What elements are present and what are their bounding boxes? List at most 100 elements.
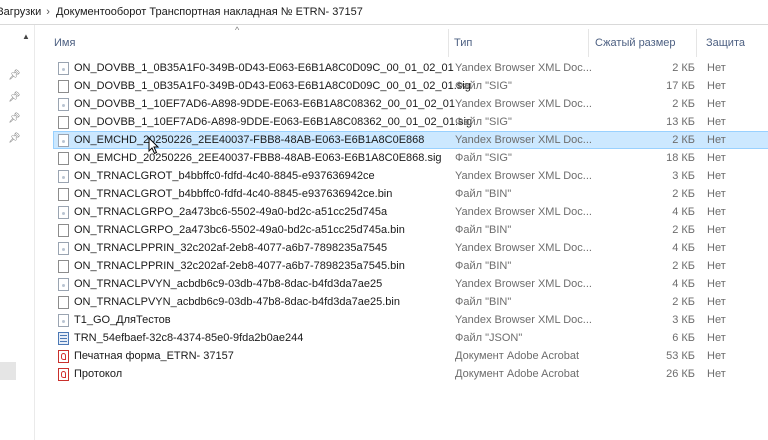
file-row[interactable]: TRN_54efbaef-32c8-4374-85e0-9fda2b0ae244… (53, 329, 768, 347)
file-size: 3 КБ (672, 314, 695, 326)
file-type: Файл "BIN" (455, 188, 512, 200)
file-row[interactable]: ON_TRNACLPPRIN_32c202af-2eb8-4077-a6b7-7… (53, 239, 768, 257)
file-type: Документ Adobe Acrobat (455, 368, 580, 380)
file-protected: Нет (707, 206, 726, 218)
file-size: 17 КБ (666, 80, 695, 92)
file-row[interactable]: ON_DOVBB_1_10EF7AD6-A898-9DDE-E063-E6B1A… (53, 113, 768, 131)
file-type: Файл "BIN" (455, 260, 512, 272)
file-name: ON_TRNACLPPRIN_32c202af-2eb8-4077-a6b7-7… (74, 260, 405, 272)
file-size: 2 КБ (672, 134, 695, 146)
file-type: Файл "SIG" (455, 80, 512, 92)
file-size: 3 КБ (672, 170, 695, 182)
file-type: Yandex Browser XML Doc... (455, 242, 592, 254)
file-name: ON_TRNACLGROT_b4bbffc0-fdfd-4c40-8845-e9… (74, 188, 393, 200)
file-protected: Нет (707, 224, 726, 236)
file-type: Документ Adobe Acrobat (455, 350, 580, 362)
file-row[interactable]: T1_GO_ДляТестов Yandex Browser XML Doc...… (53, 311, 768, 329)
xml-file-icon (58, 206, 69, 219)
file-protected: Нет (707, 296, 726, 308)
file-protected: Нет (707, 314, 726, 326)
xml-file-icon (58, 134, 69, 147)
file-name: ON_TRNACLGROT_b4bbffc0-fdfd-4c40-8845-e9… (74, 170, 375, 182)
file-name: ON_TRNACLPVYN_acbdb6c9-03db-47b8-8dac-b4… (74, 278, 383, 290)
file-protected: Нет (707, 134, 726, 146)
file-protected: Нет (707, 116, 726, 128)
file-name: ON_TRNACLPVYN_acbdb6c9-03db-47b8-8dac-b4… (74, 296, 400, 308)
nav-scroll-up-icon[interactable]: ▲ (22, 32, 30, 41)
file-type: Файл "BIN" (455, 224, 512, 236)
file-name: ON_EMCHD_20250226_2EE40037-FBB8-48AB-E06… (74, 152, 442, 164)
file-size: 2 КБ (672, 98, 695, 110)
nav-selected-item[interactable] (0, 362, 16, 380)
breadcrumb-item-current-folder[interactable]: Документооборот Транспортная накладная №… (56, 6, 363, 18)
column-divider[interactable] (448, 29, 449, 57)
file-protected: Нет (707, 350, 726, 362)
breadcrumb-item-downloads[interactable]: Загрузки (0, 6, 41, 18)
file-protected: Нет (707, 62, 726, 74)
file-protected: Нет (707, 332, 726, 344)
file-protected: Нет (707, 260, 726, 272)
file-row[interactable]: ON_DOVBB_1_0B35A1F0-349B-0D43-E063-E6B1A… (53, 77, 768, 95)
pin-icon: 📌︎ (8, 113, 21, 124)
file-row[interactable]: ON_TRNACLGRPO_2a473bc6-5502-49a0-bd2c-a5… (53, 203, 768, 221)
file-type: Yandex Browser XML Doc... (455, 62, 592, 74)
file-type: Yandex Browser XML Doc... (455, 134, 592, 146)
file-row[interactable]: ON_DOVBB_1_10EF7AD6-A898-9DDE-E063-E6B1A… (53, 95, 768, 113)
file-type: Yandex Browser XML Doc... (455, 170, 592, 182)
file-row[interactable]: ON_EMCHD_20250226_2EE40037-FBB8-48AB-E06… (53, 149, 768, 167)
file-size: 26 КБ (666, 368, 695, 380)
file-row[interactable]: Печатная форма_ETRN- 37157 Документ Adobe… (53, 347, 768, 365)
file-size: 2 КБ (672, 260, 695, 272)
xml-file-icon (58, 170, 69, 183)
file-type: Файл "BIN" (455, 296, 512, 308)
file-size: 2 КБ (672, 224, 695, 236)
file-protected: Нет (707, 278, 726, 290)
file-row[interactable]: ON_TRNACLGROT_b4bbffc0-fdfd-4c40-8845-e9… (53, 185, 768, 203)
file-row[interactable]: Протокол Документ Adobe Acrobat 26 КБ Нет (53, 365, 768, 383)
navigation-pane[interactable]: ▲ 📌︎ 📌︎ 📌︎ 📌︎ (0, 25, 35, 440)
file-protected: Нет (707, 152, 726, 164)
file-name: ON_TRNACLGRPO_2a473bc6-5502-49a0-bd2c-a5… (74, 224, 405, 236)
column-protected[interactable]: Защита (706, 37, 745, 49)
breadcrumb-separator[interactable]: › (46, 6, 50, 18)
xml-file-icon (58, 62, 69, 75)
file-protected: Нет (707, 242, 726, 254)
column-name[interactable]: Имя (54, 37, 75, 49)
file-row-selected[interactable]: ON_EMCHD_20250226_2EE40037-FBB8-48AB-E06… (53, 131, 768, 149)
file-name: ON_EMCHD_20250226_2EE40037-FBB8-48AB-E06… (74, 134, 425, 146)
column-divider[interactable] (588, 29, 589, 57)
file-type: Yandex Browser XML Doc... (455, 278, 592, 290)
file-icon (58, 224, 69, 237)
file-name: ON_DOVBB_1_10EF7AD6-A898-9DDE-E063-E6B1A… (74, 116, 473, 128)
file-type: Yandex Browser XML Doc... (455, 206, 592, 218)
column-type[interactable]: Тип (454, 37, 472, 49)
column-compressed-size[interactable]: Сжатый размер (595, 37, 676, 49)
file-row[interactable]: ON_TRNACLPVYN_acbdb6c9-03db-47b8-8dac-b4… (53, 293, 768, 311)
file-icon (58, 80, 69, 93)
file-row[interactable]: ON_TRNACLGRPO_2a473bc6-5502-49a0-bd2c-a5… (53, 221, 768, 239)
sort-ascending-icon: ^ (235, 25, 240, 35)
file-icon (58, 116, 69, 129)
xml-file-icon (58, 314, 69, 327)
file-name: ON_DOVBB_1_10EF7AD6-A898-9DDE-E063-E6B1A… (74, 98, 455, 110)
file-type: Yandex Browser XML Doc... (455, 98, 592, 110)
file-size: 4 КБ (672, 242, 695, 254)
file-name: Протокол (74, 368, 123, 380)
file-name: Печатная форма_ETRN- 37157 (74, 350, 234, 362)
file-row[interactable]: ON_DOVBB_1_0B35A1F0-349B-0D43-E063-E6B1A… (53, 59, 768, 77)
pin-icon: 📌︎ (8, 133, 21, 144)
file-protected: Нет (707, 170, 726, 182)
pin-icon: 📌︎ (8, 70, 21, 81)
pdf-file-icon (58, 368, 69, 381)
file-size: 4 КБ (672, 278, 695, 290)
mouse-cursor-icon (148, 137, 160, 155)
column-divider[interactable] (696, 29, 697, 57)
file-row[interactable]: ON_TRNACLGROT_b4bbffc0-fdfd-4c40-8845-e9… (53, 167, 768, 185)
file-type: Yandex Browser XML Doc... (455, 314, 592, 326)
file-row[interactable]: ON_TRNACLPVYN_acbdb6c9-03db-47b8-8dac-b4… (53, 275, 768, 293)
file-size: 13 КБ (666, 116, 695, 128)
file-name: T1_GO_ДляТестов (74, 314, 171, 326)
file-icon (58, 188, 69, 201)
file-row[interactable]: ON_TRNACLPPRIN_32c202af-2eb8-4077-a6b7-7… (53, 257, 768, 275)
file-icon (58, 152, 69, 165)
